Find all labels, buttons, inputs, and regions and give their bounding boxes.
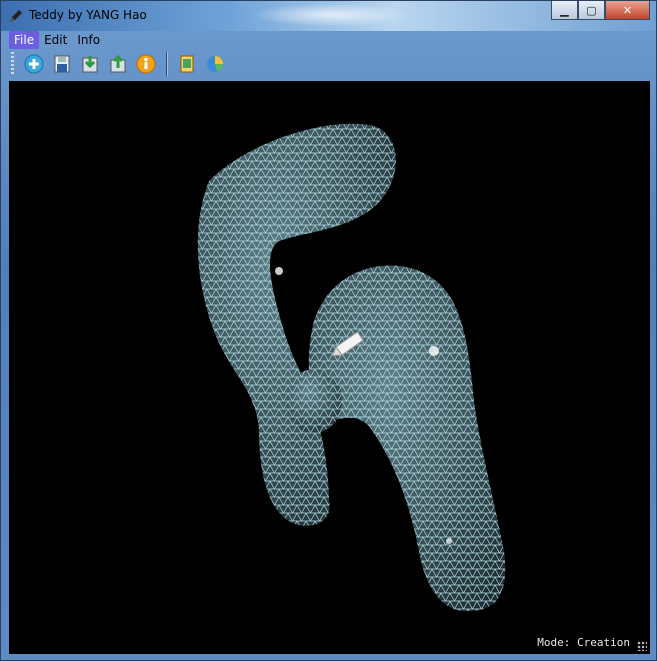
toolbar-separator: [166, 52, 167, 76]
import-icon: [82, 56, 98, 73]
stats-icon: [207, 56, 223, 72]
new-button[interactable]: [23, 53, 45, 75]
menu-bar: File Edit Info: [9, 31, 105, 49]
save-button[interactable]: [51, 53, 73, 75]
toolbar-grip[interactable]: [11, 52, 14, 76]
pencil-app-icon: [10, 10, 22, 22]
app-window: Teddy by YANG Hao ▁ ▢ ✕ File Edit Info M…: [0, 0, 657, 661]
info-button[interactable]: [135, 53, 157, 75]
save-icon: [54, 55, 70, 73]
window-title: Teddy by YANG Hao: [29, 8, 147, 22]
export-icon: [110, 54, 126, 73]
mode-status: Mode: Creation: [537, 636, 630, 649]
menu-file[interactable]: File: [9, 31, 40, 49]
resize-grip[interactable]: [637, 641, 647, 651]
mesh-model: [197, 123, 506, 612]
toolbar: [9, 49, 229, 79]
title-bar[interactable]: Teddy by YANG Hao ▁ ▢ ✕: [1, 1, 656, 31]
minimize-button[interactable]: ▁: [551, 1, 578, 20]
screenshot-button[interactable]: [176, 53, 198, 75]
stats-button[interactable]: [204, 53, 226, 75]
window-controls: ▁ ▢ ✕: [551, 1, 650, 21]
menu-info[interactable]: Info: [72, 31, 105, 49]
maximize-button[interactable]: ▢: [578, 1, 605, 20]
import-button[interactable]: [79, 53, 101, 75]
new-icon: [24, 54, 44, 74]
titlebar-decoration: [251, 3, 411, 27]
menu-edit[interactable]: Edit: [39, 31, 72, 49]
close-button[interactable]: ✕: [605, 1, 650, 20]
export-button[interactable]: [107, 53, 129, 75]
info-icon: [136, 54, 156, 74]
screenshot-icon: [180, 55, 194, 73]
3d-viewport[interactable]: Mode: Creation: [9, 81, 650, 654]
